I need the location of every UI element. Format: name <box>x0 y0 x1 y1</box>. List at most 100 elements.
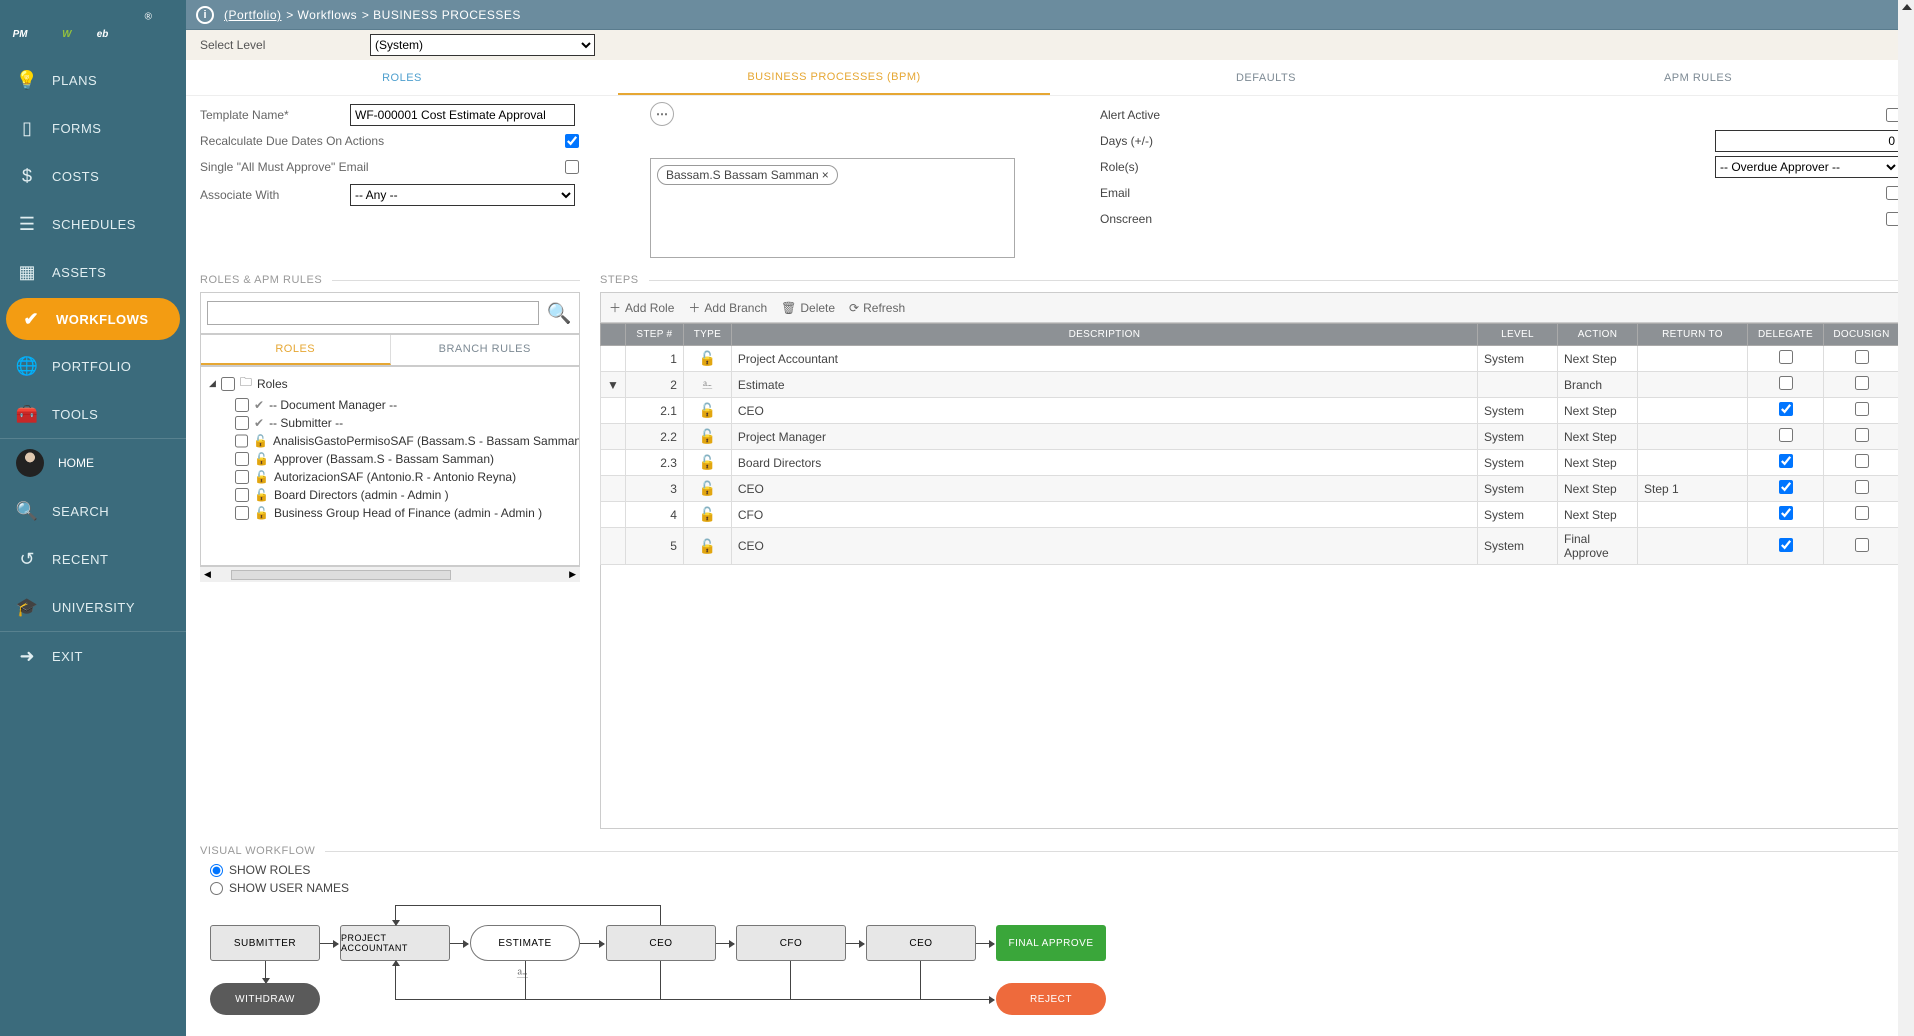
days-input[interactable] <box>1715 130 1900 152</box>
th-action[interactable]: ACTION <box>1558 324 1638 346</box>
th-step[interactable]: STEP # <box>625 324 683 346</box>
docusign-checkbox[interactable] <box>1855 428 1869 442</box>
show-roles-radio[interactable] <box>210 864 223 877</box>
node-cfo[interactable]: CFO <box>736 925 846 961</box>
add-branch-button[interactable]: ＋Add Branch <box>688 299 767 316</box>
single-approve-checkbox[interactable] <box>565 160 579 174</box>
info-icon[interactable]: i <box>196 6 214 24</box>
recalc-checkbox[interactable] <box>565 134 579 148</box>
nav-recent[interactable]: ↺RECENT <box>0 535 186 583</box>
docusign-checkbox[interactable] <box>1855 506 1869 520</box>
table-row[interactable]: 4 🔓 CFO System Next Step <box>601 502 1900 528</box>
tree-item[interactable]: ✔-- Submitter -- <box>205 414 575 432</box>
role-search-input[interactable] <box>207 301 539 325</box>
node-reject[interactable]: REJECT <box>996 983 1106 1015</box>
nav-costs[interactable]: $COSTS <box>0 152 186 200</box>
svg-text:®: ® <box>144 12 152 23</box>
scrollbar[interactable] <box>1898 0 1914 1036</box>
docusign-checkbox[interactable] <box>1855 538 1869 552</box>
nav-home[interactable]: HOME <box>0 439 186 487</box>
branch-rules-subtab[interactable]: BRANCH RULES <box>391 335 580 365</box>
delete-button[interactable]: 🗑Delete <box>781 299 835 316</box>
remove-token-icon[interactable]: × <box>822 168 829 182</box>
th-desc[interactable]: DESCRIPTION <box>731 324 1477 346</box>
nav-workflows[interactable]: ✔WORKFLOWS <box>6 298 180 340</box>
delegate-checkbox[interactable] <box>1779 376 1793 390</box>
th-level[interactable]: LEVEL <box>1478 324 1558 346</box>
th-type[interactable]: TYPE <box>683 324 731 346</box>
th-delegate[interactable]: DELEGATE <box>1748 324 1824 346</box>
refresh-button[interactable]: ⟳Refresh <box>849 299 905 316</box>
node-project-accountant[interactable]: PROJECT ACCOUNTANT <box>340 925 450 961</box>
nav-assets[interactable]: ▦ASSETS <box>0 248 186 296</box>
tab-bpm[interactable]: BUSINESS PROCESSES (BPM) <box>618 60 1050 95</box>
role-select[interactable]: -- Overdue Approver -- <box>1715 156 1900 178</box>
node-final-approve[interactable]: FINAL APPROVE <box>996 925 1106 961</box>
table-row[interactable]: 3 🔓 CEO System Next Step Step 1 <box>601 476 1900 502</box>
table-row[interactable]: 2.1 🔓 CEO System Next Step <box>601 398 1900 424</box>
node-ceo-2[interactable]: CEO <box>866 925 976 961</box>
th-docusign[interactable]: DOCUSIGN <box>1824 324 1900 346</box>
show-users-radio[interactable] <box>210 882 223 895</box>
tree-item[interactable]: 🔓Business Group Head of Finance (admin -… <box>205 504 575 522</box>
resource-token[interactable]: Bassam.S Bassam Samman × <box>657 165 838 185</box>
nav-tools[interactable]: 🧰TOOLS <box>0 390 186 438</box>
delegate-checkbox[interactable] <box>1779 506 1793 520</box>
tree-item[interactable]: 🔓Board Directors (admin - Admin ) <box>205 486 575 504</box>
expand-toggle[interactable]: ▼ <box>601 372 626 398</box>
node-submitter[interactable]: SUBMITTER <box>210 925 320 961</box>
node-ceo-1[interactable]: CEO <box>606 925 716 961</box>
table-row[interactable]: 1 🔓 Project Accountant System Next Step <box>601 346 1900 372</box>
delegate-checkbox[interactable] <box>1779 538 1793 552</box>
tree-item[interactable]: ✔-- Document Manager -- <box>205 396 575 414</box>
node-estimate[interactable]: ESTIMATE <box>470 925 580 961</box>
tab-defaults[interactable]: DEFAULTS <box>1050 60 1482 95</box>
nav-schedules[interactable]: ☰SCHEDULES <box>0 200 186 248</box>
roles-tree[interactable]: ◢🗀Roles ✔-- Document Manager --✔-- Submi… <box>200 366 580 566</box>
expand-toggle <box>601 424 626 450</box>
table-row[interactable]: ▼ 2 ⎁ Estimate Branch <box>601 372 1900 398</box>
associate-select[interactable]: -- Any -- <box>350 184 575 206</box>
tab-roles[interactable]: ROLES <box>186 60 618 95</box>
nav-university[interactable]: 🎓UNIVERSITY <box>0 583 186 631</box>
tree-item[interactable]: 🔓Approver (Bassam.S - Bassam Samman) <box>205 450 575 468</box>
show-roles-option[interactable]: SHOW ROLES <box>210 863 1900 877</box>
table-row[interactable]: 5 🔓 CEO System Final Approve <box>601 528 1900 565</box>
tab-apm[interactable]: APM RULES <box>1482 60 1914 95</box>
delegate-checkbox[interactable] <box>1779 402 1793 416</box>
tree-item[interactable]: 🔓AnalisisGastoPermisoSAF (Bassam.S - Bas… <box>205 432 575 450</box>
svg-text:eb: eb <box>96 29 108 40</box>
docusign-checkbox[interactable] <box>1855 376 1869 390</box>
more-options-button[interactable]: ⋯ <box>650 102 674 126</box>
docusign-checkbox[interactable] <box>1855 350 1869 364</box>
delegate-checkbox[interactable] <box>1779 454 1793 468</box>
delegate-checkbox[interactable] <box>1779 480 1793 494</box>
docusign-checkbox[interactable] <box>1855 454 1869 468</box>
show-users-option[interactable]: SHOW USER NAMES <box>210 881 1900 895</box>
breadcrumb-portfolio[interactable]: (Portfolio) <box>224 8 282 22</box>
tree-item[interactable]: 🔓AutorizacionSAF (Antonio.R - Antonio Re… <box>205 468 575 486</box>
delegate-checkbox[interactable] <box>1779 428 1793 442</box>
nav-plans[interactable]: 💡PLANS <box>0 56 186 104</box>
node-withdraw[interactable]: WITHDRAW <box>210 983 320 1015</box>
th-return[interactable]: RETURN TO <box>1638 324 1748 346</box>
nav-search[interactable]: 🔍SEARCH <box>0 487 186 535</box>
nav-exit[interactable]: ➜EXIT <box>0 632 186 680</box>
docusign-checkbox[interactable] <box>1855 480 1869 494</box>
table-row[interactable]: 2.3 🔓 Board Directors System Next Step <box>601 450 1900 476</box>
tree-root[interactable]: ◢🗀Roles <box>205 371 575 396</box>
search-icon[interactable]: 🔍 <box>545 299 573 327</box>
select-level[interactable]: (System) <box>370 34 595 56</box>
expand-toggle <box>601 398 626 424</box>
delegate-checkbox[interactable] <box>1779 350 1793 364</box>
table-row[interactable]: 2.2 🔓 Project Manager System Next Step <box>601 424 1900 450</box>
tree-hscroll[interactable]: ◀▶ <box>200 566 580 582</box>
scroll-right-icon: ▶ <box>565 569 580 580</box>
nav-portfolio[interactable]: 🌐PORTFOLIO <box>0 342 186 390</box>
resources-box[interactable]: Bassam.S Bassam Samman × <box>650 158 1015 258</box>
docusign-checkbox[interactable] <box>1855 402 1869 416</box>
roles-subtab[interactable]: ROLES <box>201 335 391 365</box>
nav-forms[interactable]: ▯FORMS <box>0 104 186 152</box>
template-name-input[interactable] <box>350 104 575 126</box>
add-role-button[interactable]: ＋Add Role <box>609 299 674 316</box>
